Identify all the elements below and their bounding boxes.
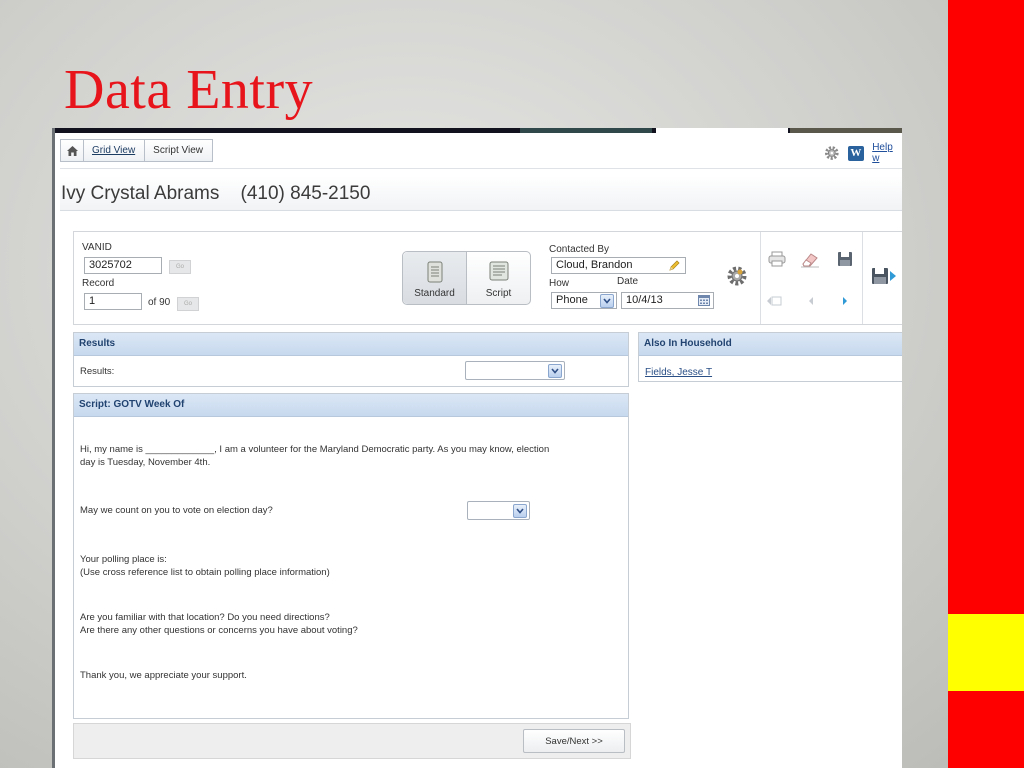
save-next-icon[interactable] bbox=[871, 266, 897, 286]
calendar-icon[interactable] bbox=[698, 295, 710, 306]
chevron-down-icon[interactable] bbox=[600, 294, 614, 308]
script-intro-line-1: Hi, my name is _____________, I am a vol… bbox=[80, 444, 550, 455]
standard-label: Standard bbox=[414, 288, 455, 299]
contacted-by-field[interactable]: Cloud, Brandon bbox=[551, 257, 686, 274]
date-value: 10/4/13 bbox=[626, 294, 663, 306]
record-go-button[interactable]: Go bbox=[177, 297, 199, 311]
breadcrumb-script-view[interactable]: Script View bbox=[145, 140, 212, 161]
results-label: Results: bbox=[80, 366, 115, 377]
date-input[interactable]: 10/4/13 bbox=[621, 292, 714, 309]
contacted-by-label: Contacted By bbox=[549, 244, 610, 255]
help-link[interactable]: Help w bbox=[872, 142, 902, 164]
how-label: How bbox=[549, 278, 570, 289]
chevron-down-icon[interactable] bbox=[548, 364, 562, 378]
record-input[interactable]: 1 bbox=[84, 293, 142, 310]
script-intro-line-2: day is Tuesday, November 4th. bbox=[80, 457, 211, 468]
footer-bar: Save/Next >> bbox=[73, 723, 631, 759]
w-icon[interactable]: W bbox=[847, 145, 865, 161]
script-polling-line-2: (Use cross reference list to obtain poll… bbox=[80, 567, 330, 578]
script-thanks: Thank you, we appreciate your support. bbox=[80, 670, 247, 681]
document-icon bbox=[427, 261, 442, 283]
breadcrumb: Grid View Script View bbox=[60, 139, 214, 162]
eraser-icon[interactable] bbox=[800, 252, 820, 268]
slide-title: Data Entry bbox=[64, 59, 314, 121]
pencil-icon[interactable] bbox=[668, 259, 681, 272]
script-panel: Script: GOTV Week Of Hi, my name is ____… bbox=[73, 393, 629, 719]
script-label: Script bbox=[485, 288, 512, 299]
script-question: May we count on you to vote on election … bbox=[80, 505, 273, 516]
date-label: Date bbox=[617, 276, 639, 287]
script-familiar-line-2: Are there any other questions or concern… bbox=[80, 625, 358, 636]
results-select[interactable] bbox=[465, 361, 565, 380]
divider bbox=[760, 232, 761, 324]
settings-icon[interactable] bbox=[726, 265, 748, 287]
vanid-go-button[interactable]: Go bbox=[169, 260, 191, 274]
contact-title: Ivy Crystal Abrams (410) 845-2150 bbox=[61, 183, 370, 205]
first-record-icon[interactable] bbox=[766, 295, 782, 307]
script-view-button[interactable]: Script bbox=[467, 252, 530, 304]
script-familiar-line-1: Are you familiar with that location? Do … bbox=[80, 612, 330, 623]
script-icon bbox=[489, 261, 508, 281]
help-area: W Help w bbox=[824, 142, 902, 164]
home-icon bbox=[66, 145, 78, 156]
save-icon[interactable] bbox=[837, 251, 853, 267]
how-value: Phone bbox=[556, 294, 588, 306]
save-next-button[interactable]: Save/Next >> bbox=[523, 729, 625, 753]
app-window: Grid View Script View W Help w Ivy Cryst… bbox=[52, 128, 902, 768]
breadcrumb-grid-view[interactable]: Grid View bbox=[84, 140, 146, 161]
script-heading: Script: GOTV Week Of bbox=[74, 394, 628, 417]
view-toggle: Standard Script bbox=[402, 251, 531, 305]
divider bbox=[60, 168, 902, 169]
gear-icon[interactable] bbox=[824, 145, 840, 161]
household-member-link[interactable]: Fields, Jesse T bbox=[645, 367, 712, 378]
how-select[interactable]: Phone bbox=[551, 292, 617, 309]
print-icon[interactable] bbox=[768, 251, 786, 267]
standard-view-button[interactable]: Standard bbox=[403, 252, 467, 304]
household-list: Fields, Jesse T bbox=[645, 362, 712, 380]
contact-phone: (410) 845-2150 bbox=[240, 183, 371, 204]
household-panel: Also In Household Fields, Jesse T bbox=[638, 332, 902, 382]
chevron-down-icon[interactable] bbox=[513, 504, 527, 518]
contacted-by-value: Cloud, Brandon bbox=[556, 259, 633, 271]
top-strip bbox=[52, 128, 902, 133]
home-button[interactable] bbox=[61, 140, 84, 161]
prev-record-icon[interactable] bbox=[807, 296, 815, 306]
script-polling-line-1: Your polling place is: bbox=[80, 554, 167, 565]
window-left-edge bbox=[52, 128, 55, 768]
vote-commit-select[interactable] bbox=[467, 501, 530, 520]
control-panel: VANID 3025702 Go Record 1 of 90 Go Stand… bbox=[73, 231, 902, 325]
contact-name: Ivy Crystal Abrams bbox=[61, 183, 220, 204]
divider bbox=[862, 232, 863, 324]
household-heading: Also In Household bbox=[639, 333, 902, 356]
record-label: Record bbox=[82, 278, 115, 289]
vanid-input[interactable]: 3025702 bbox=[84, 257, 162, 274]
record-of-count: of 90 bbox=[148, 297, 171, 308]
results-panel: Results Results: bbox=[73, 332, 629, 387]
next-record-icon[interactable] bbox=[841, 296, 849, 306]
vanid-label: VANID bbox=[82, 242, 112, 253]
results-heading: Results bbox=[74, 333, 628, 356]
side-yellow-block bbox=[948, 614, 1024, 691]
